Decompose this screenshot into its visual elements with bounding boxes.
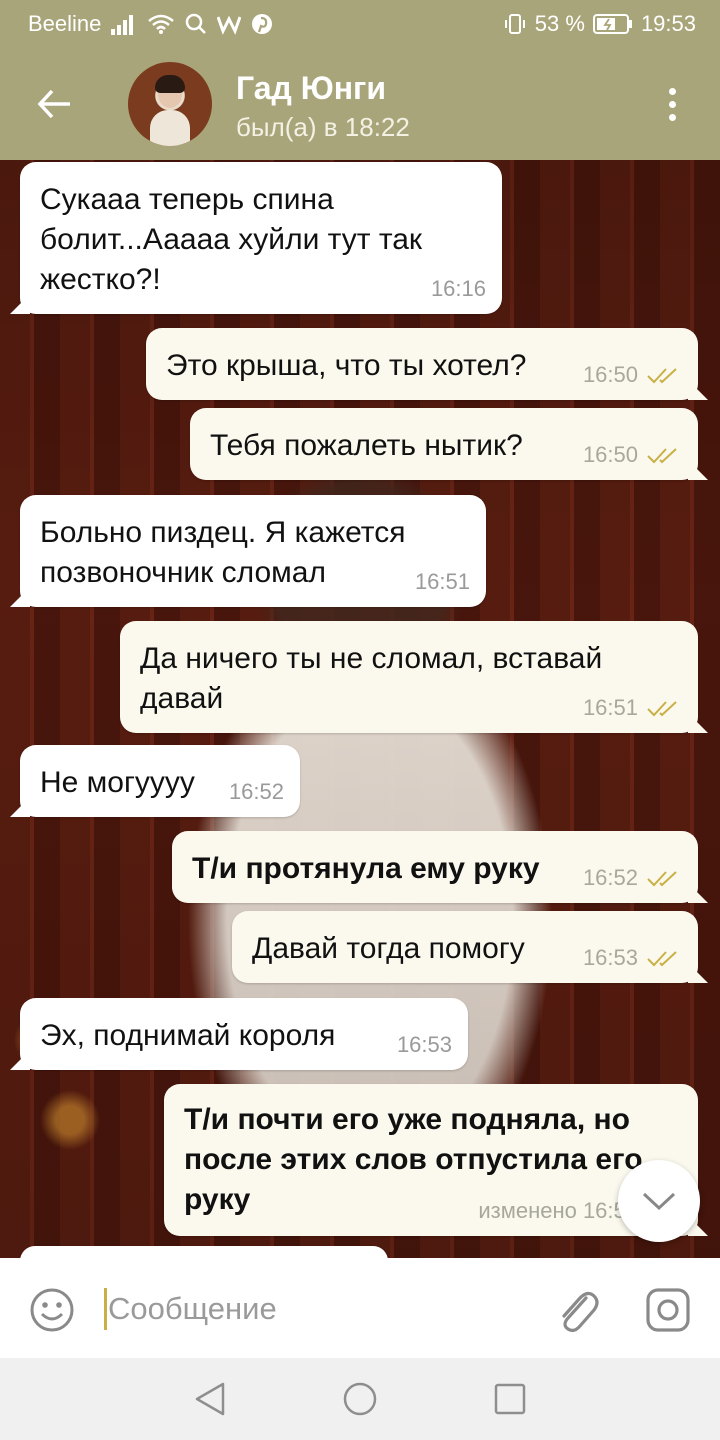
contact-name[interactable]: Гад Юнги: [236, 70, 386, 107]
message-incoming[interactable]: Больно пиздец. Я кажется позвоночник сло…: [20, 495, 486, 607]
message-meta: 16:51: [583, 695, 682, 721]
chat-header: Гад Юнги был(а) в 18:22: [0, 48, 720, 160]
message-outgoing[interactable]: Т/и почти его уже подняла, но после этих…: [164, 1084, 698, 1236]
signal-icon: [111, 13, 137, 35]
vibrate-icon: [503, 12, 527, 36]
message-input[interactable]: [108, 1286, 528, 1332]
battery-icon: [592, 13, 633, 35]
paperclip-icon: [562, 1291, 599, 1333]
circle-home-icon: [343, 1382, 377, 1416]
vertical-dots-icon: [668, 87, 676, 95]
message-meta: 16:53: [583, 945, 682, 971]
camera-icon: [646, 1288, 690, 1332]
message-text: Эх, поднимай короля: [40, 1019, 336, 1052]
message-outgoing[interactable]: Да ничего ты не сломал, вставай давай 16…: [120, 621, 698, 733]
message-meta: 16:53: [397, 1032, 452, 1058]
message-incoming[interactable]: Сукааа теперь спина болит...Ааааа хуйли …: [20, 162, 502, 314]
message-meta: 16:50: [583, 442, 682, 468]
message-incoming[interactable]: Не могуууу 16:52: [20, 745, 300, 817]
wifi-icon: [147, 13, 175, 35]
smiley-icon: [30, 1288, 74, 1332]
pinterest-icon: [251, 13, 273, 35]
triangle-back-icon: [195, 1382, 225, 1416]
message-meta: 16:51: [415, 569, 470, 595]
message-meta: 16:52: [229, 779, 284, 805]
double-check-icon: [647, 448, 677, 464]
message-meta: 16:16: [431, 276, 486, 302]
message-time: 16:16: [430, 276, 486, 301]
carrier-label: Beeline: [28, 11, 102, 36]
clock: 19:53: [640, 11, 696, 36]
arrow-left-icon: [37, 89, 70, 119]
message-time: 16:51: [414, 569, 470, 594]
avatar[interactable]: [128, 62, 212, 146]
menu-button[interactable]: [650, 82, 694, 126]
status-bar: Beeline 53 % 19:53: [0, 0, 720, 48]
message-outgoing[interactable]: Тебя пожалеть нытик? 16:50: [190, 408, 698, 480]
message-time: 16:51: [582, 695, 638, 720]
battery-percent: 53 %: [534, 11, 585, 36]
message-time: 16:52: [228, 779, 284, 804]
camera-button[interactable]: [644, 1286, 692, 1334]
message-time: 16:50: [582, 362, 638, 387]
attach-button[interactable]: [552, 1284, 600, 1334]
square-recents-icon: [494, 1383, 526, 1415]
nav-home-button[interactable]: [340, 1379, 380, 1419]
search-icon: [185, 13, 207, 35]
message-time: изменено 16:53: [478, 1198, 638, 1223]
message-outgoing[interactable]: Т/и протянула ему руку 16:52: [172, 831, 698, 903]
message-outgoing[interactable]: Это крыша, что ты хотел? 16:50: [146, 328, 698, 400]
emoji-button[interactable]: [28, 1286, 76, 1334]
message-time: 16:52: [582, 865, 638, 890]
text-caret: [104, 1288, 107, 1330]
message-incoming[interactable]: Эх, поднимай короля 16:53: [20, 998, 468, 1070]
double-check-icon: [647, 871, 677, 887]
message-time: 16:50: [582, 442, 638, 467]
nav-recents-button[interactable]: [490, 1379, 530, 1419]
double-check-icon: [647, 951, 677, 967]
message-meta: 16:50: [583, 362, 682, 388]
message-time: 16:53: [396, 1032, 452, 1057]
message-meta: 16:52: [583, 865, 682, 891]
app-w-icon: [217, 13, 242, 35]
system-nav-bar: [0, 1358, 720, 1440]
double-check-icon: [647, 368, 677, 384]
chevron-down-icon: [642, 1192, 676, 1211]
scroll-down-button[interactable]: [618, 1160, 700, 1242]
message-text: Сукааа теперь спина болит...Ааааа хуйли …: [40, 183, 423, 296]
message-input-bar: [0, 1258, 720, 1358]
back-button[interactable]: [28, 78, 80, 130]
double-check-icon: [647, 701, 677, 717]
message-time: 16:53: [582, 945, 638, 970]
message-outgoing[interactable]: Давай тогда помогу 16:53: [232, 911, 698, 983]
nav-back-button[interactable]: [190, 1379, 230, 1419]
message-text: Больно пиздец. Я кажется позвоночник сло…: [40, 516, 406, 589]
contact-status: был(а) в 18:22: [236, 112, 410, 142]
